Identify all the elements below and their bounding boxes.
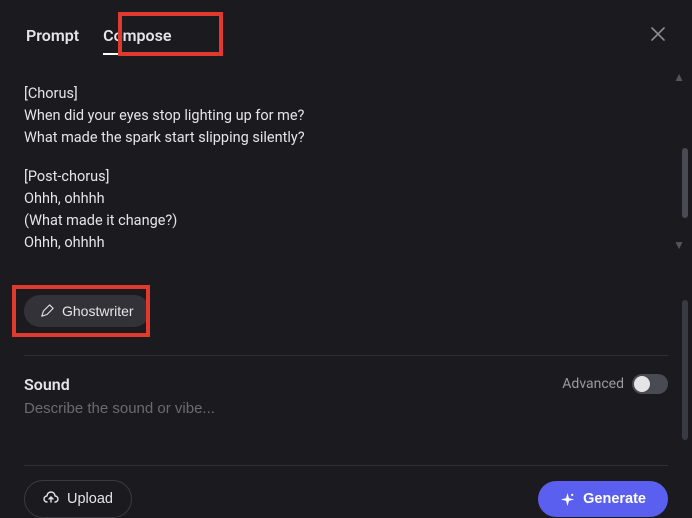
ghostwriter-button[interactable]: Ghostwriter xyxy=(24,295,150,327)
lyrics-scrollbar[interactable] xyxy=(682,148,688,218)
sound-title: Sound xyxy=(24,375,70,394)
scroll-down-arrow[interactable]: ▼ xyxy=(673,238,685,252)
tab-prompt[interactable]: Prompt xyxy=(24,20,81,55)
lyrics-textarea[interactable]: [Chorus] When did your eyes stop lightin… xyxy=(24,83,668,271)
upload-button[interactable]: Upload xyxy=(24,480,132,518)
advanced-toggle[interactable] xyxy=(632,374,668,394)
cloud-upload-icon xyxy=(43,491,59,507)
tab-compose[interactable]: Compose xyxy=(101,20,173,55)
upload-label: Upload xyxy=(67,491,113,507)
panel-scrollbar[interactable] xyxy=(682,300,688,440)
header: Prompt Compose xyxy=(24,20,668,55)
sound-header: Sound Advanced xyxy=(24,374,668,394)
lyrics-line: [Chorus] xyxy=(24,83,668,105)
advanced-toggle-wrap: Advanced xyxy=(562,374,668,394)
toggle-knob xyxy=(634,376,650,392)
generate-button[interactable]: Generate xyxy=(538,481,668,517)
sound-input[interactable] xyxy=(24,400,668,417)
close-icon[interactable] xyxy=(648,24,668,44)
generate-label: Generate xyxy=(583,491,646,507)
lyrics-line: When did your eyes stop lighting up for … xyxy=(24,105,668,127)
lyrics-line: (What made it change?) xyxy=(24,210,668,232)
lyrics-line: [Post-chorus] xyxy=(24,166,668,188)
pen-icon xyxy=(40,304,54,318)
divider xyxy=(24,355,668,356)
tabs: Prompt Compose xyxy=(24,20,173,55)
lyrics-line: Ohhh, ohhhh xyxy=(24,188,668,210)
sparkle-icon xyxy=(560,492,575,507)
advanced-label: Advanced xyxy=(562,376,624,392)
scroll-up-arrow[interactable]: ▲ xyxy=(673,70,685,84)
lyrics-line: Ohhh, ohhhh xyxy=(24,232,668,254)
footer: Upload Generate xyxy=(24,465,668,518)
ghostwriter-label: Ghostwriter xyxy=(62,303,134,319)
lyrics-line: What made the spark start slipping silen… xyxy=(24,127,668,149)
